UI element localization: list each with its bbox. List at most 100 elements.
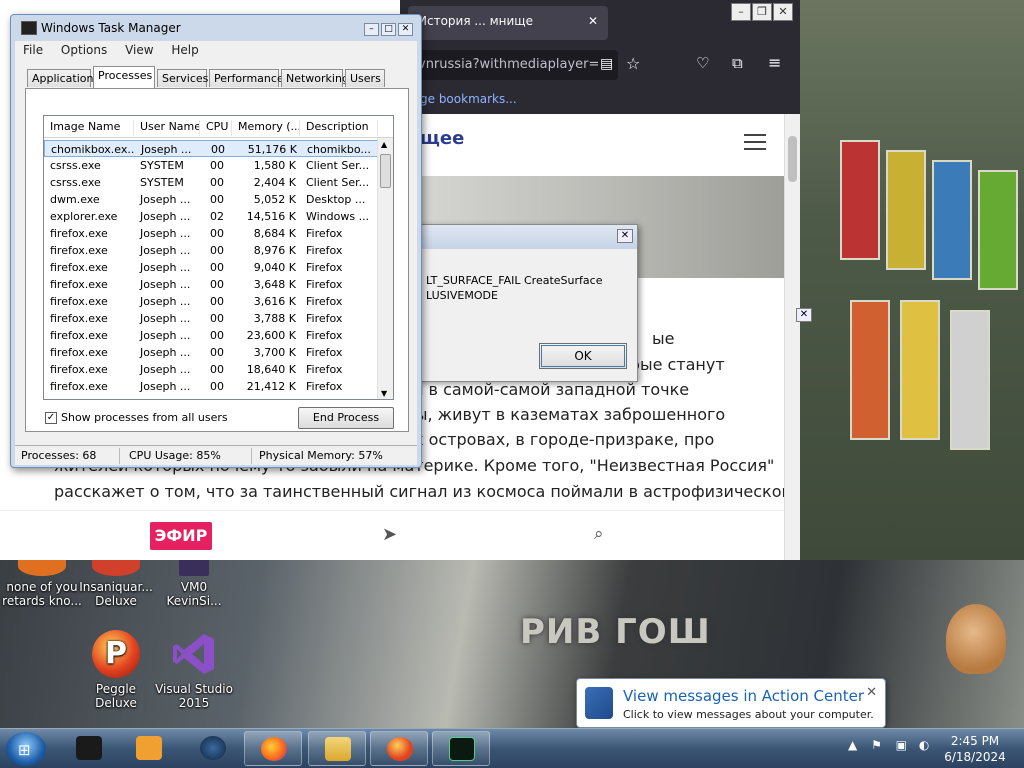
table-row[interactable]: firefox.exe Joseph ... 00 3,616 K Firefox (44, 293, 379, 310)
process-list[interactable]: Image Name User Name CPU Memory (... Des… (43, 115, 394, 400)
site-logo[interactable]: щее (420, 128, 464, 149)
menu-options[interactable]: Options (61, 43, 107, 57)
cell-desc: Client Ser... (306, 176, 370, 189)
table-row[interactable]: firefox.exe Joseph ... 00 3,788 K Firefox (44, 310, 379, 327)
second-dialog-close-icon[interactable]: ✕ (796, 308, 812, 322)
taskbar-item-steam[interactable] (184, 731, 242, 766)
table-row[interactable]: firefox.exe Joseph ... 00 3,648 K Firefox (44, 276, 379, 293)
table-row[interactable]: chomikbox.ex... Joseph ... 00 51,176 K chomi… (44, 140, 379, 157)
table-row[interactable]: explorer.exe Joseph ... 02 14,516 K Windows … (44, 208, 379, 225)
cell-image: csrss.exe (50, 159, 101, 172)
desktop-icon-peggle[interactable]: P Peggle Deluxe (74, 630, 158, 710)
volume-icon[interactable]: ◐ (919, 738, 929, 752)
column-image-name[interactable]: Image Name (46, 120, 134, 136)
telegram-icon[interactable]: ➤ (382, 524, 397, 545)
end-process-button[interactable]: End Process (298, 407, 394, 429)
tab-applications[interactable]: Applications (27, 69, 99, 87)
tab-networking[interactable]: Networking (281, 69, 349, 87)
action-center-notification[interactable]: View messages in Action Center Click to … (576, 678, 886, 728)
action-center-tray-icon[interactable]: ⚑ (871, 738, 882, 752)
reader-view-icon[interactable]: ▤ (600, 56, 613, 72)
cell-desc: Firefox (306, 278, 343, 291)
tab-services[interactable]: Services (157, 69, 208, 87)
close-tab-icon[interactable]: ✕ (588, 14, 598, 28)
bookmark-star-icon[interactable]: ☆ (626, 54, 640, 73)
table-row[interactable]: firefox.exe Joseph ... 00 9,040 K Firefox (44, 259, 379, 276)
scrollbar-thumb[interactable] (788, 136, 797, 182)
system-tray: ▲ ⚑ ▣ ◐ (848, 738, 929, 752)
url-bar[interactable]: vnrussia?withmediaplayer= (408, 50, 618, 80)
show-hidden-icons-icon[interactable]: ▲ (848, 738, 857, 752)
desktop-icon-vm[interactable]: VM0 KevinSi... (152, 556, 236, 608)
close-icon[interactable]: ✕ (866, 685, 877, 700)
table-row[interactable]: firefox.exe Joseph ... 00 8,684 K Firefox (44, 225, 379, 242)
table-row[interactable]: csrss.exe SYSTEM 00 1,580 K Client Ser... (44, 157, 379, 174)
taskbar-item-task-manager[interactable] (432, 731, 490, 766)
table-row[interactable]: firefox.exe Joseph ... 00 8,976 K Firefox (44, 242, 379, 259)
import-bookmarks-link[interactable]: ge bookmarks... (420, 92, 517, 106)
cell-desc: Firefox (306, 244, 343, 257)
table-row[interactable]: firefox.exe Joseph ... 00 18,640 K Firefox (44, 361, 379, 378)
notification-title[interactable]: View messages in Action Center (623, 687, 864, 705)
taskbar-item-media[interactable] (120, 731, 178, 766)
menu-file[interactable]: File (23, 43, 43, 57)
tab-processes[interactable]: Processes (93, 66, 155, 88)
task-manager-body: Applications Processes Services Performa… (15, 61, 417, 465)
taskbar-item-firefox[interactable] (244, 731, 302, 766)
taskbar-item-explorer[interactable] (308, 731, 366, 766)
menu-help[interactable]: Help (171, 43, 198, 57)
minimize-button[interactable]: – (364, 23, 379, 36)
table-row[interactable]: csrss.exe SYSTEM 00 2,404 K Client Ser... (44, 174, 379, 191)
desktop-icon-file[interactable]: none of you retards kno... (0, 556, 84, 608)
network-icon[interactable]: ▣ (896, 738, 907, 752)
browser-scrollbar[interactable] (784, 114, 800, 560)
close-button[interactable]: ✕ (398, 23, 413, 36)
windows-logo-icon: ⊞ (18, 741, 31, 759)
hamburger-menu-icon[interactable] (744, 134, 766, 155)
table-row[interactable]: dwm.exe Joseph ... 00 5,052 K Desktop ... (44, 191, 379, 208)
scroll-down-icon[interactable]: ▼ (381, 389, 387, 398)
column-description[interactable]: Description (302, 120, 378, 136)
cell-user: Joseph ... (140, 193, 191, 206)
restore-button[interactable]: ❐ (752, 3, 772, 21)
cell-mem: 3,700 K (253, 346, 296, 359)
tab-performance[interactable]: Performance (209, 69, 284, 87)
error-dialog-close-icon[interactable]: ✕ (617, 229, 633, 243)
maximize-button[interactable]: □ (381, 23, 396, 36)
scrollbar-thumb[interactable] (380, 154, 391, 188)
cell-image: firefox.exe (50, 295, 108, 308)
start-button[interactable]: ⊞ (6, 732, 46, 766)
desktop-icon-visual-studio[interactable]: Visual Studio 2015 (152, 630, 236, 710)
show-all-processes-checkbox[interactable]: ✓ Show processes from all users (45, 411, 228, 424)
cell-desc: Firefox (306, 312, 343, 325)
tab-users[interactable]: Users (345, 69, 385, 87)
scroll-up-icon[interactable]: ▲ (381, 140, 387, 149)
table-row[interactable]: firefox.exe Joseph ... 00 21,412 K Firefox (44, 378, 379, 395)
process-list-scrollbar[interactable]: ▲ ▼ (377, 138, 393, 399)
taskbar-item-peggle[interactable] (370, 731, 428, 766)
close-button[interactable]: ✕ (773, 3, 793, 21)
column-cpu[interactable]: CPU (202, 120, 232, 136)
article-line: расскажет о том, что за таинственный сиг… (54, 482, 792, 501)
minimize-button[interactable]: – (731, 3, 751, 21)
ok-button[interactable]: OK (539, 343, 627, 369)
table-row[interactable]: firefox.exe Joseph ... 00 3,700 K Firefox (44, 344, 379, 361)
cell-cpu: 00 (210, 261, 224, 274)
browser-tab-active[interactable]: История ... мнище ✕ (408, 6, 608, 40)
app-menu-icon[interactable]: ≡ (768, 53, 781, 72)
search-icon[interactable]: ⌕ (594, 524, 604, 544)
column-memory[interactable]: Memory (... (234, 120, 300, 136)
cell-cpu: 00 (210, 244, 224, 257)
desktop-icon-insaniquarium[interactable]: Insaniquar... Deluxe (74, 556, 158, 608)
wallpaper-poster (932, 160, 972, 280)
taskbar-clock[interactable]: 2:45 PM 6/18/2024 (940, 733, 1010, 765)
taskbar-item-blackbox[interactable] (60, 731, 118, 766)
pocket-icon[interactable]: ♡ (696, 54, 709, 72)
column-user-name[interactable]: User Name (136, 120, 200, 136)
cell-cpu: 00 (210, 227, 224, 240)
checkbox-check-icon[interactable]: ✓ (45, 411, 57, 424)
efir-button[interactable]: ЭФИР (150, 522, 212, 550)
extensions-icon[interactable]: ⧉ (732, 54, 743, 72)
table-row[interactable]: firefox.exe Joseph ... 00 23,600 K Firefox (44, 327, 379, 344)
menu-view[interactable]: View (125, 43, 153, 57)
